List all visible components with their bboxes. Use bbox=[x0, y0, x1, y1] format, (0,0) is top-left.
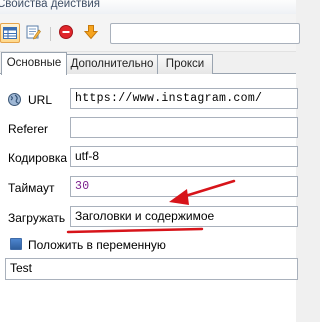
stop-button[interactable] bbox=[57, 23, 77, 43]
arrow-down-icon bbox=[83, 25, 99, 40]
tab-proxy[interactable]: Прокси bbox=[157, 54, 213, 74]
encoding-label: Кодировка bbox=[8, 151, 68, 165]
tab-basic[interactable]: Основные bbox=[1, 52, 67, 75]
edit-note-icon bbox=[26, 25, 41, 40]
title-bar: Свойства действия bbox=[0, 0, 296, 14]
toolbar-input[interactable] bbox=[110, 23, 300, 44]
edit-button[interactable] bbox=[24, 23, 44, 43]
globe-icon bbox=[8, 93, 21, 106]
toolbar-separator bbox=[50, 27, 51, 41]
settings-panel: URL https://www.instagram.com/ Referer К… bbox=[0, 74, 298, 322]
tab-advanced[interactable]: Дополнительно bbox=[66, 54, 158, 74]
move-down-button[interactable] bbox=[82, 23, 102, 43]
referer-input[interactable] bbox=[70, 117, 298, 138]
variable-input[interactable]: Test bbox=[5, 258, 298, 280]
url-input[interactable]: https://www.instagram.com/ bbox=[70, 88, 298, 109]
annotation-arrow-icon bbox=[66, 179, 236, 234]
table-icon bbox=[3, 27, 17, 39]
load-label: Загружать bbox=[8, 211, 66, 225]
timeout-label: Таймаут bbox=[8, 181, 55, 195]
url-label: URL bbox=[28, 93, 53, 107]
stop-icon bbox=[59, 25, 73, 39]
timeout-input[interactable]: 30 bbox=[70, 176, 298, 197]
save-to-variable-label: Положить в переменную bbox=[28, 238, 166, 252]
window-title: Свойства действия bbox=[0, 0, 101, 10]
save-to-variable-checkbox[interactable] bbox=[10, 238, 22, 250]
load-mode-select[interactable]: Заголовки и содержимое bbox=[70, 206, 298, 227]
table-view-button[interactable] bbox=[0, 23, 20, 43]
referer-label: Referer bbox=[8, 122, 49, 136]
tab-bar: Основные Дополнительно Прокси bbox=[0, 52, 296, 75]
encoding-input[interactable]: utf-8 bbox=[70, 146, 298, 167]
toolbar bbox=[0, 14, 300, 52]
